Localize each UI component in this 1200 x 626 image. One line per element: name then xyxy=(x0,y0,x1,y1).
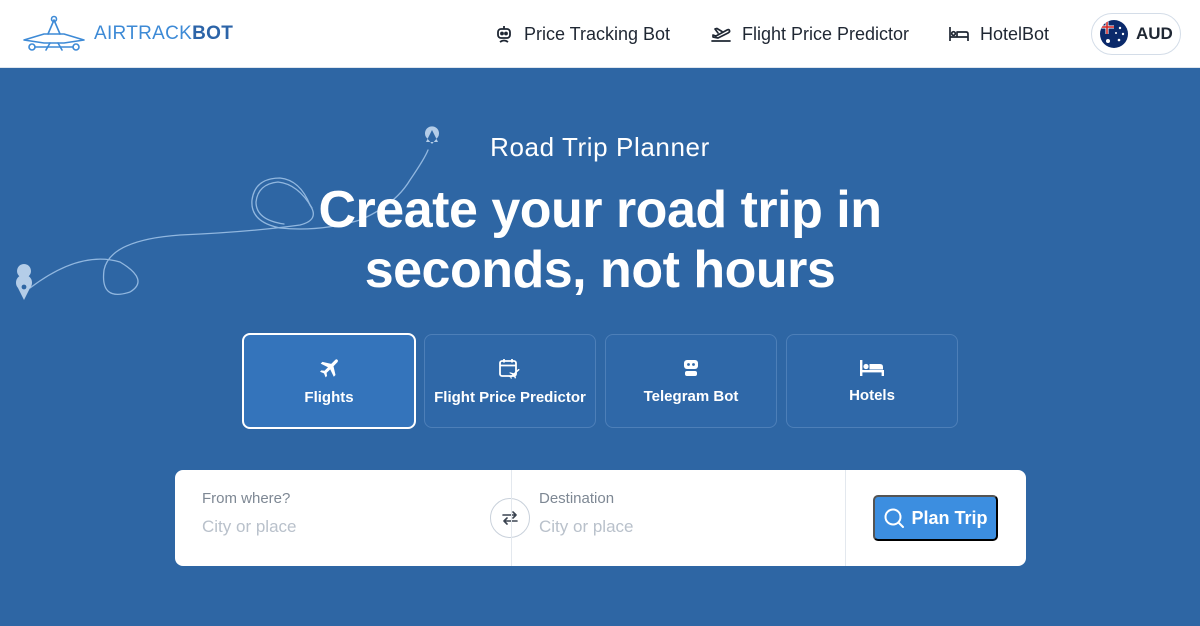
nav-price-tracking-bot[interactable]: Price Tracking Bot xyxy=(494,0,670,68)
bed-icon xyxy=(860,359,884,376)
australia-flag-icon xyxy=(1100,20,1128,48)
headline-line-2: seconds, not hours xyxy=(364,241,836,299)
currency-selector[interactable]: AUD xyxy=(1091,13,1181,55)
tab-hotels-label: Hotels xyxy=(849,386,895,404)
destination-field-label: Destination xyxy=(539,490,615,507)
from-field: From where? xyxy=(175,470,510,566)
headline-line-1: Create your road trip in xyxy=(318,181,883,239)
nav-hotelbot[interactable]: HotelBot xyxy=(948,0,1049,68)
hero-eyebrow: Road Trip Planner xyxy=(490,132,710,162)
plane-icon xyxy=(320,358,338,377)
brand-name-light: AIRTRACK xyxy=(94,23,193,44)
plan-trip-button[interactable]: Plan Trip xyxy=(873,495,998,541)
robot-icon xyxy=(684,359,698,376)
tab-flight-price-predictor-label: Flight Price Predictor xyxy=(434,388,586,406)
trip-search-form: From where? Destination Plan Trip xyxy=(175,470,1026,566)
bed-icon xyxy=(949,27,969,41)
tab-telegram-bot-label: Telegram Bot xyxy=(643,387,739,405)
search-icon xyxy=(884,508,905,528)
nav-flight-price-predictor[interactable]: Flight Price Predictor xyxy=(710,0,909,68)
airtrackbot-logo[interactable]: AIRTRACKBOT xyxy=(20,14,233,54)
from-input[interactable] xyxy=(202,517,452,537)
destination-field: Destination xyxy=(511,470,845,566)
from-field-label: From where? xyxy=(202,490,291,507)
tab-hotels[interactable]: Hotels xyxy=(786,334,958,428)
nav-flight-price-predictor-label: Flight Price Predictor xyxy=(742,23,910,44)
plan-trip-label: Plan Trip xyxy=(911,507,988,528)
brand-wordmark: AIRTRACKBOT xyxy=(94,23,233,45)
calendar-plane-icon xyxy=(499,358,520,379)
robot-icon xyxy=(497,26,511,43)
currency-code: AUD xyxy=(1136,24,1173,43)
nav-price-tracking-label: Price Tracking Bot xyxy=(524,23,671,44)
tab-flights-label: Flights xyxy=(304,388,354,406)
brand-name-bold: BOT xyxy=(192,23,234,44)
tab-flight-price-predictor[interactable]: Flight Price Predictor xyxy=(424,334,596,428)
plane-takeoff-icon xyxy=(711,27,731,42)
tab-telegram-bot[interactable]: Telegram Bot xyxy=(605,334,777,428)
destination-input[interactable] xyxy=(539,517,789,537)
top-navbar: AIRTRACKBOT Price Tracking Bot Flight Pr… xyxy=(0,0,1200,68)
nav-hotelbot-label: HotelBot xyxy=(980,23,1050,44)
airplane-logo-icon xyxy=(23,15,85,51)
tab-flights[interactable]: Flights xyxy=(242,333,416,429)
search-divider xyxy=(845,470,846,566)
hero-headline: Create your road trip in seconds, not ho… xyxy=(0,180,1200,300)
